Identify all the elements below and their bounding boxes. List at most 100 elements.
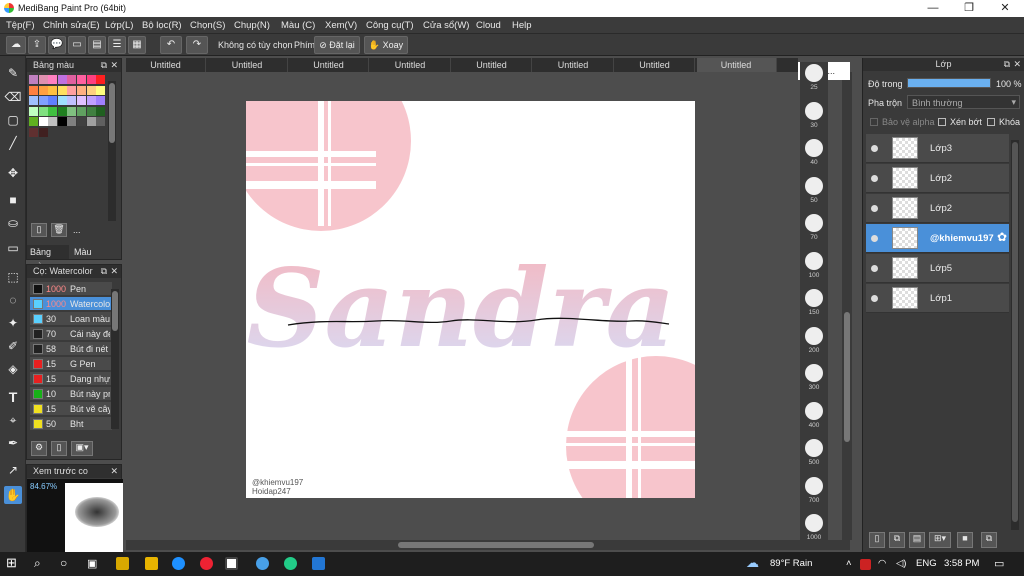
eye-icon[interactable] [871,265,878,272]
brush-menu-icon[interactable]: ▣▾ [71,441,93,456]
menu-select[interactable]: Chọn(S) [190,20,225,31]
color-swatches[interactable] [29,75,107,155]
eye-icon[interactable] [871,205,878,212]
grid-icon[interactable]: ▦ [128,36,146,54]
menu-help[interactable]: Help [512,20,532,31]
brush-size-dot[interactable] [805,251,823,270]
windows-icon[interactable]: ⊞ [6,555,17,571]
protect-alpha-checkbox[interactable] [870,118,878,126]
document-tab[interactable]: Untitled [289,58,369,72]
color-swatch[interactable] [67,85,77,95]
document-tab[interactable]: Untitled [452,58,532,72]
wifi-icon[interactable]: ◠ [878,558,886,569]
color-swatch[interactable] [67,75,77,84]
brush-copy-icon[interactable]: ▯ [51,441,67,456]
menu-cloud[interactable]: Cloud [476,20,501,31]
medibang-icon[interactable] [225,557,238,570]
color-swatch[interactable] [38,85,48,95]
color-swatch[interactable] [96,117,106,126]
menu-snap[interactable]: Chụp(N) [234,20,270,31]
panel-close-icon[interactable]: ✕ [1013,58,1021,71]
new-layer-icon[interactable]: ▯ [869,532,885,548]
bucket-icon[interactable]: ⛀ [4,214,22,232]
menu-file[interactable]: Tệp(F) [6,20,35,31]
move-icon[interactable]: ✥ [4,164,22,182]
color-swatch[interactable] [57,96,67,105]
store-icon[interactable] [116,557,129,570]
clip-checkbox[interactable] [938,118,946,126]
drawing-canvas[interactable]: Sandra @khiemvu197 Hoidap247 [246,101,695,498]
reset-button[interactable]: ⊘ Đặt lại [314,36,360,54]
color-swatch[interactable] [86,106,96,116]
tray-up-icon[interactable]: ˄ [846,558,852,569]
color-swatch[interactable] [29,85,38,95]
color-swatch[interactable] [38,106,48,116]
preview-canvas[interactable]: 84.67% [27,479,123,553]
redo-icon[interactable]: ↷ [186,36,208,54]
color-swatch[interactable] [96,96,106,105]
horizontal-scrollbar[interactable] [126,540,850,550]
color-swatch[interactable] [77,106,86,116]
color-swatch[interactable] [67,96,77,105]
color-swatch[interactable] [57,117,67,126]
coccoc-icon[interactable] [284,557,297,570]
color-swatch[interactable] [96,85,106,95]
color-swatch[interactable] [48,106,58,116]
color-swatch[interactable] [77,85,86,95]
clock[interactable]: 3:58 PM [944,558,979,569]
panel-close-icon[interactable]: ✕ [110,265,118,278]
tab-palette[interactable]: Bảng màu [27,245,69,271]
fill-rect-icon[interactable]: ■ [4,191,22,209]
cloud-icon[interactable]: ☁ [6,36,26,54]
color-swatch[interactable] [57,85,67,95]
gradient-icon[interactable]: ▭ [4,239,22,257]
brush-size-dot[interactable] [805,364,823,382]
color-swatch[interactable] [48,96,58,105]
gear-icon[interactable]: ✿ [997,230,1007,244]
divide-icon[interactable]: ⌖ [4,411,22,429]
maximize-button[interactable]: ❐ [952,0,986,17]
color-swatch[interactable] [67,106,77,116]
brush-size-dot[interactable] [805,514,823,532]
menu-filter[interactable]: Bộ lọc(R) [142,20,182,31]
brush-item[interactable]: 10 Bút này pro [30,387,112,401]
layer-row[interactable]: Lớp1 [866,284,1009,313]
panel-close-icon[interactable]: ✕ [110,59,118,72]
undo-icon[interactable]: ↶ [160,36,182,54]
scroll-thumb[interactable] [398,542,594,548]
color-swatch[interactable] [77,75,86,84]
notification-icon[interactable]: ▭ [994,557,1004,570]
layer-row[interactable]: Lớp2 [866,194,1009,223]
menu-window[interactable]: Cửa sổ(W) [423,20,469,31]
color-swatch[interactable] [29,127,38,137]
brush-item[interactable]: 30 Loan màu [30,312,112,326]
color-swatch[interactable] [86,75,96,84]
brush-size-dot[interactable] [805,139,823,157]
list-icon[interactable]: ☰ [108,36,126,54]
select-rect-icon[interactable]: ⬚ [4,268,22,286]
color-swatch[interactable] [57,106,67,116]
antivirus-icon[interactable] [860,559,871,570]
skype-icon[interactable] [172,557,185,570]
color-swatch[interactable] [48,117,58,126]
color-swatch[interactable] [96,75,106,84]
brush-item[interactable]: 1000 Watercolor [30,297,112,311]
select-eraser-icon[interactable]: ◈ [4,360,22,378]
opacity-slider[interactable] [907,78,991,88]
zalo-icon[interactable] [256,557,269,570]
color-swatch[interactable] [77,117,86,126]
line-icon[interactable]: ╱ [4,134,22,152]
color-swatch[interactable] [38,75,48,84]
layer-scrollbar[interactable] [1011,140,1019,530]
folder-icon[interactable]: ■ [957,532,973,548]
document-tab[interactable]: Untitled [534,58,614,72]
panel-close-icon[interactable]: ✕ [110,465,118,478]
brush-icon[interactable]: ✎ [4,64,22,82]
color-swatch[interactable] [57,75,67,84]
color-swatch[interactable] [86,96,96,105]
color-swatch[interactable] [38,127,48,137]
layer-row[interactable]: Lớp2 [866,164,1009,193]
eraser-icon[interactable]: ⌫ [4,88,22,106]
weather-icon[interactable]: ☁ [746,555,759,571]
scroll-thumb[interactable] [844,312,850,442]
